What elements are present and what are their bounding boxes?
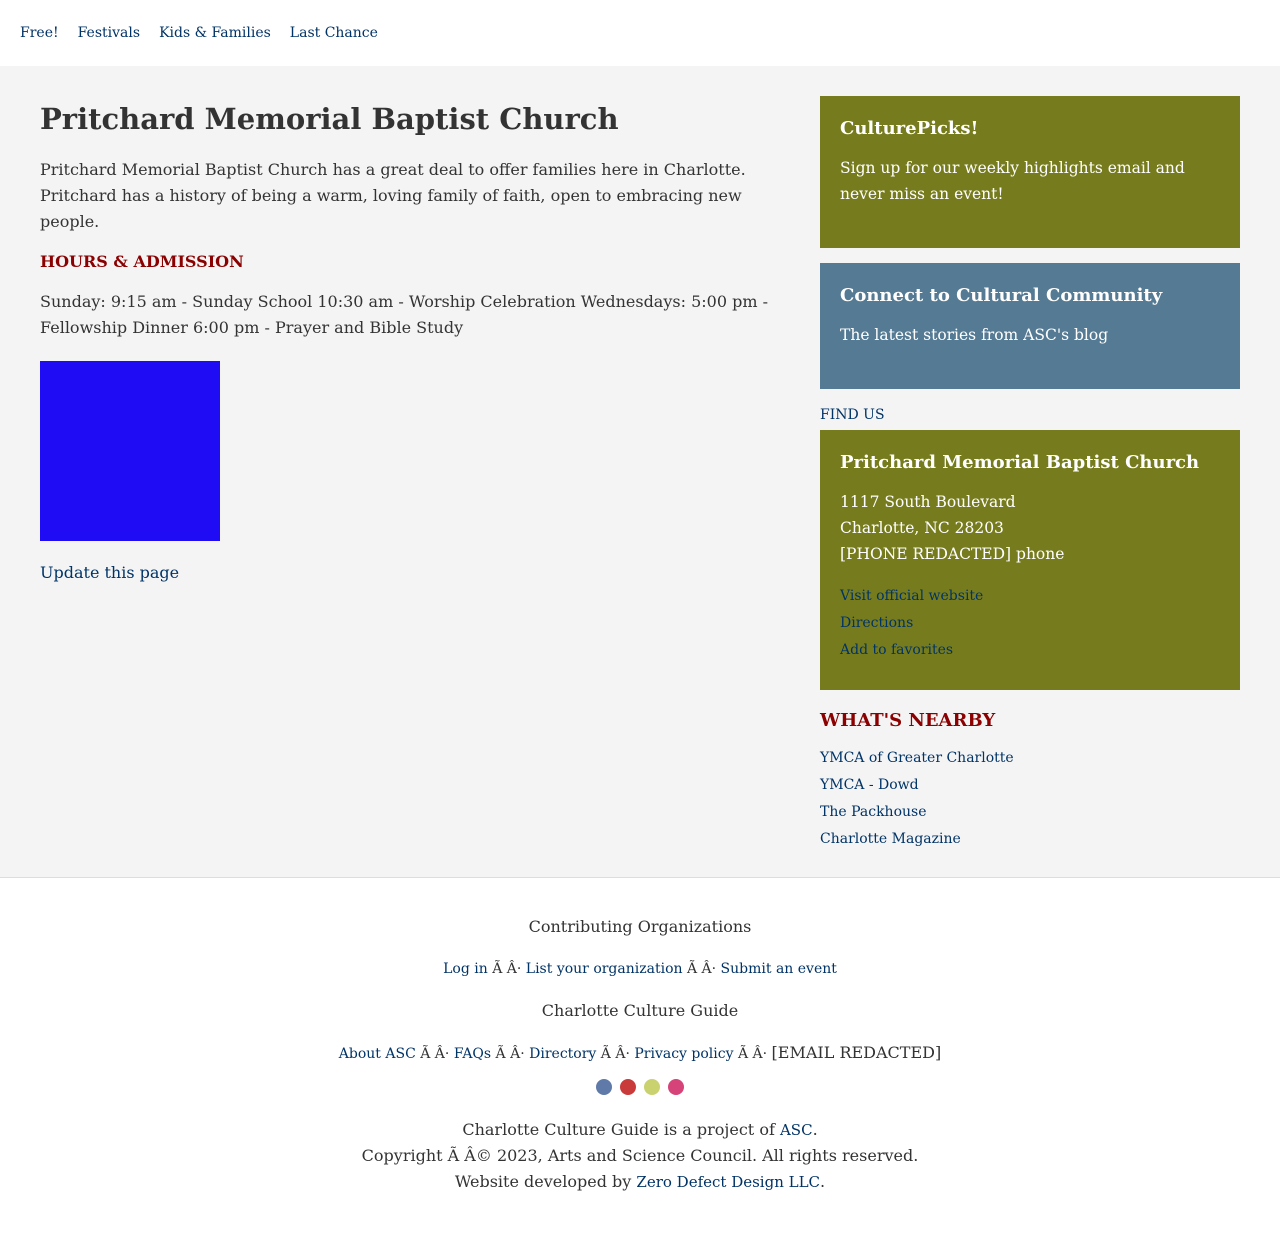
separator: Ã Â· — [415, 1045, 454, 1062]
contact-email: [EMAIL REDACTED] — [771, 1042, 942, 1062]
asc-link[interactable]: ASC — [780, 1121, 813, 1139]
contrib-links: Log in Ã Â· List your organization Ã Â· … — [0, 958, 1280, 980]
update-page-link[interactable]: Update this page — [40, 563, 179, 582]
location-box: Pritchard Memorial Baptist Church 1117 S… — [820, 429, 1240, 690]
connect-text: The latest stories from ASC's blog — [840, 326, 1109, 345]
address-street: 1117 South Boulevard — [840, 492, 1016, 511]
nearby-heading: WHAT'S NEARBY — [820, 709, 996, 731]
list-org-link[interactable]: List your organization — [526, 961, 683, 977]
project-line: Charlotte Culture Guide is a project of … — [462, 1119, 818, 1139]
location-name: Pritchard Memorial Baptist Church — [840, 451, 1200, 473]
intro-text: Pritchard Memorial Baptist Church has a … — [40, 159, 746, 231]
footer: Contributing Organizations Log in Ã Â· L… — [0, 877, 1280, 1233]
hours-text: Sunday: 9:15 am - Sunday School 10:30 am… — [40, 292, 768, 338]
login-link[interactable]: Log in — [443, 961, 488, 977]
nearby-item[interactable]: The Packhouse — [820, 799, 1240, 826]
directions-link[interactable]: Directions — [840, 610, 1220, 637]
guide-heading: Charlotte Culture Guide — [541, 1000, 739, 1020]
main-area: Pritchard Memorial Baptist Church Pritch… — [0, 66, 1280, 878]
culturepicks-text: Sign up for our weekly highlights email … — [840, 159, 1185, 204]
project-text: Charlotte Culture Guide is a project of — [462, 1119, 775, 1139]
separator: Ã Â· — [733, 1045, 772, 1062]
nearby-list: YMCA of Greater Charlotte YMCA - Dowd Th… — [820, 745, 1240, 853]
nav-free[interactable]: Free! — [20, 25, 59, 41]
credits: Charlotte Culture Guide is a project of … — [0, 1117, 1280, 1195]
youtube-icon[interactable] — [620, 1078, 636, 1095]
connect-box[interactable]: Connect to Cultural Community The latest… — [820, 263, 1240, 389]
culturepicks-box[interactable]: CulturePicks! Sign up for our weekly hig… — [820, 96, 1240, 248]
guide-links: About ASC Ã Â· FAQs Ã Â· Directory Ã Â· … — [0, 1042, 1280, 1065]
address-city: Charlotte, NC 28203 — [840, 518, 1004, 537]
address-phone: [PHONE REDACTED] phone — [840, 544, 1065, 563]
page-title: Pritchard Memorial Baptist Church — [40, 102, 619, 136]
separator: Ã Â· — [682, 960, 721, 977]
developer-text: Website developed by — [454, 1171, 632, 1191]
social-icons — [0, 1078, 1280, 1095]
venue-image — [40, 361, 220, 542]
add-favorites-link[interactable]: Add to favorites — [840, 637, 1220, 664]
privacy-policy-link[interactable]: Privacy policy — [634, 1046, 733, 1062]
developer-link[interactable]: Zero Defect Design LLC — [636, 1173, 820, 1191]
copyright-text: Copyright Ã Â© 2023, Arts and Science Co… — [361, 1145, 919, 1165]
nav-kids-families[interactable]: Kids & Families — [159, 25, 271, 41]
nearby-item[interactable]: YMCA - Dowd — [820, 772, 1240, 799]
sidebar: CulturePicks! Sign up for our weekly hig… — [820, 96, 1240, 853]
about-asc-link[interactable]: About ASC — [339, 1046, 416, 1062]
facebook-icon[interactable] — [596, 1078, 612, 1095]
location-address: 1117 South Boulevard Charlotte, NC 28203… — [840, 489, 1220, 567]
twitter-icon[interactable] — [644, 1078, 660, 1095]
hours-heading: HOURS & ADMISSION — [40, 251, 244, 271]
main-content: Pritchard Memorial Baptist Church Pritch… — [40, 96, 770, 853]
top-nav: Free! Festivals Kids & Families Last Cha… — [0, 0, 1280, 66]
separator: Ã Â· — [491, 1045, 530, 1062]
separator: Ã Â· — [596, 1045, 635, 1062]
culturepicks-title: CulturePicks! — [840, 118, 979, 139]
developer-line: Website developed by Zero Defect Design … — [454, 1171, 826, 1191]
find-us-label: FIND US — [820, 407, 885, 423]
faqs-link[interactable]: FAQs — [454, 1046, 491, 1062]
nav-last-chance[interactable]: Last Chance — [290, 25, 378, 41]
nearby-item[interactable]: Charlotte Magazine — [820, 826, 1240, 853]
nav-festivals[interactable]: Festivals — [78, 25, 140, 41]
location-links: Visit official website Directions Add to… — [840, 583, 1220, 664]
contrib-heading: Contributing Organizations — [528, 916, 752, 936]
separator: Ã Â· — [487, 960, 526, 977]
visit-website-link[interactable]: Visit official website — [840, 583, 1220, 610]
instagram-icon[interactable] — [668, 1078, 684, 1095]
directory-link[interactable]: Directory — [529, 1046, 596, 1062]
connect-title: Connect to Cultural Community — [840, 285, 1163, 306]
submit-event-link[interactable]: Submit an event — [721, 961, 837, 977]
nearby-item[interactable]: YMCA of Greater Charlotte — [820, 745, 1240, 772]
